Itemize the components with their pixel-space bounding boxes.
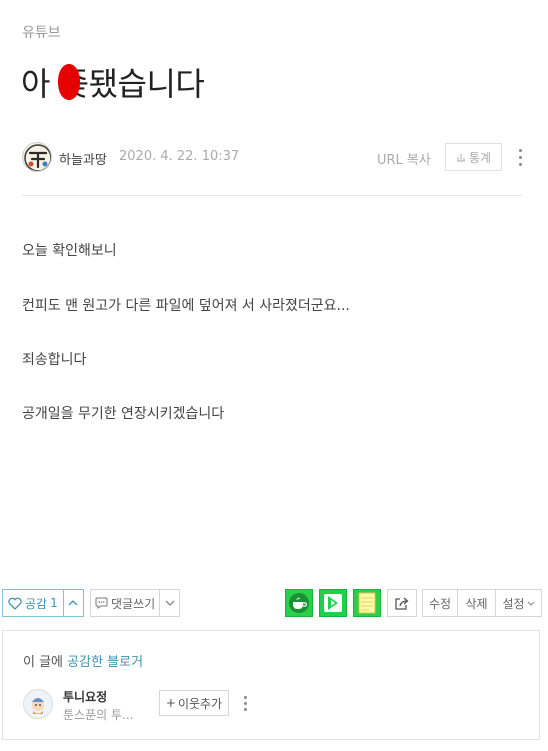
like-count: 1: [50, 596, 58, 610]
chevron-up-icon[interactable]: [64, 590, 83, 616]
header-divider: [22, 195, 522, 196]
post-title: 아 좆됐습니다: [21, 62, 205, 106]
author-avatar[interactable]: [22, 142, 52, 172]
likers-panel: 이 글에 공감한 블로거 투니요정 툰스푼의 투... + 이웃추가: [2, 630, 540, 740]
post-toolbar: 공감 1 댓글쓰기 수정 삭제 설정: [2, 589, 542, 619]
settings-label: 설정: [502, 596, 525, 611]
comment-main[interactable]: 댓글쓰기: [91, 590, 161, 616]
more-icon[interactable]: [244, 696, 247, 714]
plus-icon: +: [165, 696, 176, 710]
post-date: 2020. 4. 22. 10:37: [119, 149, 240, 164]
like-label: 공감: [25, 596, 48, 611]
url-copy-button[interactable]: URL 복사: [377, 149, 431, 168]
stats-button[interactable]: 통계: [445, 143, 502, 171]
liker-avatar[interactable]: [23, 689, 53, 719]
chevron-down-icon: [527, 601, 534, 606]
title-text-after: 됐습니다: [88, 65, 205, 103]
add-neighbor-label: 이웃추가: [177, 696, 223, 711]
share-button[interactable]: [387, 589, 417, 617]
post-paragraph-4: 공개일을 무기한 연장시키겠습니다: [22, 406, 225, 422]
share-icon: [395, 597, 409, 610]
delete-button[interactable]: 삭제: [458, 589, 496, 617]
memo-share-icon[interactable]: [353, 589, 381, 617]
likers-title-accent: 공감한 블로거: [67, 655, 144, 670]
post-paragraph-1: 오늘 확인해보니: [22, 243, 117, 259]
post-meta: 하늘과땅 2020. 4. 22. 10:37 URL 복사 통계: [22, 142, 530, 174]
more-icon[interactable]: [517, 149, 523, 167]
band-share-icon[interactable]: [319, 589, 347, 617]
post-paragraph-2: 컨피도 맨 원고가 다른 파일에 덮어져 서 사라졌더군요...: [22, 298, 350, 314]
bar-chart-icon: [456, 154, 465, 162]
like-main[interactable]: 공감 1: [3, 590, 64, 616]
post-paragraph-3: 죄송합니다: [22, 352, 87, 368]
liker-description: 툰스푼의 투...: [63, 708, 134, 722]
add-neighbor-button[interactable]: + 이웃추가: [159, 690, 229, 716]
like-button[interactable]: 공감 1: [2, 589, 84, 617]
edit-button[interactable]: 수정: [422, 589, 458, 617]
stats-label: 통계: [468, 150, 492, 165]
post-category[interactable]: 유튜브: [22, 22, 61, 42]
liker-name[interactable]: 투니요정: [63, 688, 107, 705]
settings-button[interactable]: 설정: [496, 589, 542, 617]
title-text-before: 아: [21, 65, 60, 103]
title-redacted-word: 좆: [57, 62, 89, 106]
comment-button[interactable]: 댓글쓰기: [90, 589, 180, 617]
speech-bubble-icon: [95, 597, 108, 609]
likers-title: 이 글에 공감한 블로거: [23, 655, 144, 670]
author-avatar-image: [24, 144, 51, 171]
comment-label: 댓글쓰기: [111, 596, 156, 611]
chevron-down-icon[interactable]: [160, 590, 179, 616]
heart-icon: [8, 597, 22, 610]
cafe-share-icon[interactable]: [285, 589, 313, 617]
author-name[interactable]: 하늘과땅: [59, 149, 107, 168]
